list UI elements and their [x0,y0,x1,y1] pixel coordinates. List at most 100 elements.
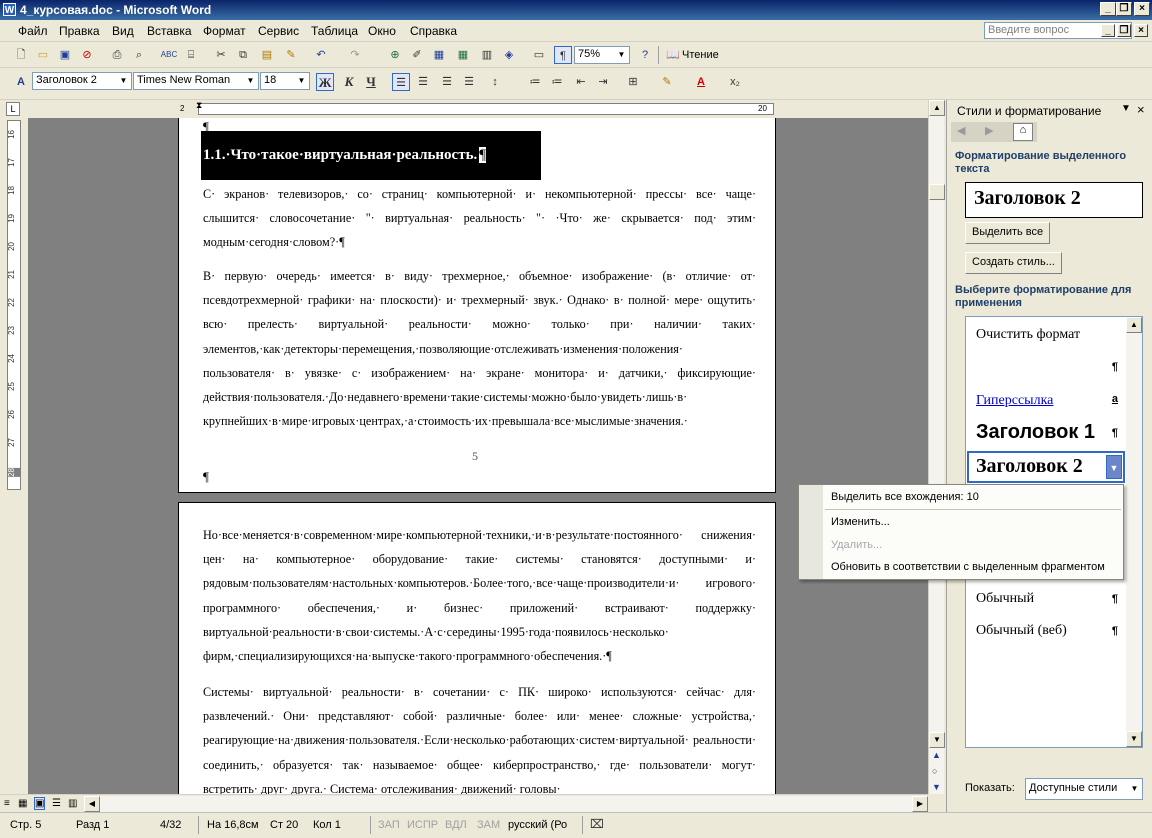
bullets-icon[interactable]: ≔ [548,73,566,91]
font-select[interactable]: Times New Roman ▼ [133,72,259,90]
status-language[interactable]: русский (Ро [508,819,567,831]
reading-layout-icon[interactable]: 📖 [664,46,682,64]
bold-button[interactable]: Ж [316,73,334,91]
style-item-normal[interactable]: Обычный [976,591,1034,607]
print-layout-view-icon[interactable]: ▣ [34,797,46,810]
style-dropdown-button[interactable]: ▼ [1106,455,1122,479]
status-record[interactable]: ЗАП [378,819,400,831]
style-item-clear[interactable]: Очистить формат [976,327,1080,343]
select-all-button[interactable]: Выделить все [965,222,1051,244]
align-center-icon[interactable]: ☰ [414,73,432,91]
format-painter-icon[interactable]: ✎ [282,46,300,64]
paragraph-1[interactable]: С· экранов· телевизоров,· со· страниц· к… [203,182,756,255]
style-list-scroll-up[interactable]: ▲ [1126,317,1142,333]
open-folder-icon[interactable]: ▭ [34,46,52,64]
style-list-scroll-track[interactable] [1126,333,1142,731]
cut-icon[interactable]: ✂ [212,46,230,64]
reading-view-icon[interactable]: ▥ [68,798,77,809]
indent-marker[interactable]: ⧗ [196,100,202,111]
next-page-icon[interactable]: ▼ [932,782,941,792]
document-area[interactable]: ¶ 1.1.·Что·такое·виртуальная·реальность.… [28,118,928,794]
previous-page-icon[interactable]: ▲ [932,750,941,760]
menu-file[interactable]: Файл [18,24,48,38]
hscroll-track[interactable] [100,796,912,812]
menu-view[interactable]: Вид [112,24,134,38]
menu-edit[interactable]: Правка [59,24,100,38]
styles-pane-icon[interactable]: A [12,73,30,91]
style-list-scroll-down[interactable]: ▼ [1126,731,1142,747]
spelling-status-icon[interactable]: ⌧ [590,817,604,831]
normal-view-icon[interactable]: ≡ [4,798,10,809]
web-view-icon[interactable]: ▦ [18,798,27,809]
current-style-box[interactable]: Заголовок 2 [965,182,1143,218]
subscript-icon[interactable]: x₂ [726,73,744,91]
redo-icon[interactable]: ↷ [346,46,364,64]
menu-update-to-match[interactable]: Обновить в соответствии с выделенным фра… [831,561,1105,573]
print-preview-icon[interactable]: ⌕ [130,46,148,64]
undo-icon[interactable]: ↶ [312,46,330,64]
borders-icon[interactable]: ⊞ [624,73,642,91]
columns-icon[interactable]: ▥ [478,46,496,64]
menu-format[interactable]: Формат [203,24,246,38]
scroll-up-button[interactable]: ▲ [929,100,945,116]
permission-icon[interactable]: ⊘ [78,46,96,64]
paste-icon[interactable]: ▤ [258,46,276,64]
research-icon[interactable]: ⌸ [182,46,200,64]
horizontal-scrollbar[interactable]: ≡ ▦ ▣ ☰ ▥ ◀ ▶ [0,794,928,812]
new-document-icon[interactable]: 🗋 [12,46,30,64]
task-pane-close-icon[interactable]: × [1137,102,1145,117]
doc-restore-button[interactable]: ❐ [1117,24,1131,37]
word-app-icon[interactable]: W [3,3,16,16]
line-spacing-icon[interactable]: ↕ [486,73,504,91]
document-map-icon[interactable]: ▭ [530,46,548,64]
justify-icon[interactable]: ☰ [460,73,478,91]
decrease-indent-icon[interactable]: ⇤ [572,73,590,91]
vertical-scrollbar[interactable]: ▲ ▼ ▲ ○ ▼ [928,100,945,794]
menu-tools[interactable]: Сервис [258,24,299,38]
tab-selector[interactable]: L [6,102,20,116]
tables-borders-icon[interactable]: ✐ [408,46,426,64]
paragraph-3[interactable]: Но·все·меняется·в·современном·мире·компь… [203,523,756,668]
doc-close-button[interactable]: × [1134,24,1148,37]
insert-table-icon[interactable]: ▦ [430,46,448,64]
browse-object-icon[interactable]: ○ [932,766,937,776]
horizontal-ruler[interactable]: L 2 20 ⧗ [6,100,944,118]
menu-select-all-instances[interactable]: Выделить все вхождения: 10 [831,491,979,503]
forward-icon[interactable]: ▶ [985,124,993,137]
style-item-heading1[interactable]: Заголовок 1 [976,421,1095,444]
style-select[interactable]: Заголовок 2 ▼ [32,72,132,90]
help-icon[interactable]: ? [636,46,654,64]
scroll-left-button[interactable]: ◀ [84,796,100,812]
spelling-icon[interactable]: ABC [160,46,178,64]
back-icon[interactable]: ◀ [957,124,965,137]
font-size-select[interactable]: 18 ▼ [260,72,310,90]
scroll-right-button[interactable]: ▶ [912,796,928,812]
menu-window[interactable]: Окно [368,24,396,38]
menu-modify[interactable]: Изменить... [831,516,890,528]
menu-insert[interactable]: Вставка [147,24,192,38]
menu-delete[interactable]: Удалить... [831,539,882,551]
page-5[interactable]: ¶ 1.1.·Что·такое·виртуальная·реальность.… [178,118,776,493]
status-extend[interactable]: ВДЛ [445,819,467,831]
numbering-icon[interactable]: ≔ [526,73,544,91]
show-styles-select[interactable]: Доступные стили ▼ [1025,778,1143,800]
underline-button[interactable]: Ч [362,73,380,91]
vertical-ruler[interactable]: 16 17 18 19 20 21 22 23 24 25 26 27 28 [0,118,28,794]
status-track-changes[interactable]: ИСПР [407,819,438,831]
selected-heading[interactable]: 1.1.·Что·такое·виртуальная·реальность. ¶ [201,131,541,180]
style-item-normal-web[interactable]: Обычный (веб) [976,623,1067,639]
outline-view-icon[interactable]: ☰ [52,798,61,809]
new-style-button[interactable]: Создать стиль... [965,252,1062,274]
maximize-button[interactable]: ❐ [1116,2,1132,16]
home-icon[interactable]: ⌂ [1013,123,1033,141]
scroll-down-button[interactable]: ▼ [929,732,945,748]
insert-excel-icon[interactable]: ▦ [454,46,472,64]
doc-minimize-button[interactable]: _ [1101,24,1115,37]
reading-button[interactable]: Чтение [682,49,719,61]
status-overtype[interactable]: ЗАМ [477,819,500,831]
style-item-hyperlink[interactable]: Гиперссылка [976,393,1053,409]
print-icon[interactable]: ⎙ [108,46,126,64]
page-6[interactable]: Но·все·меняется·в·современном·мире·компь… [178,502,776,794]
highlight-icon[interactable]: ✎ [658,73,676,91]
scroll-thumb[interactable] [929,184,945,200]
